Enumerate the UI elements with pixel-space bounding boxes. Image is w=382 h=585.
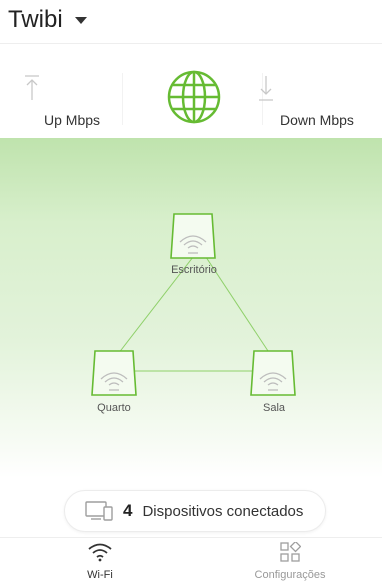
network-selector[interactable]: Twibi [8,6,87,34]
bottom-nav: Wi-Fi Configurações [0,537,382,585]
download-arrow-icon [259,76,273,101]
tab-settings[interactable]: Configurações [230,540,350,581]
devices-count: 4 [123,501,133,520]
node-label-sala: Sala [262,402,286,414]
node-label-escritorio: Escritório [171,264,217,276]
router-node-escritorio[interactable] [168,212,218,260]
tab-wifi[interactable]: Wi-Fi [40,542,160,581]
caret-down-icon [74,16,87,24]
globe-icon[interactable] [166,69,222,125]
up-speed-label: Up Mbps [44,112,101,128]
settings-grid-icon [280,540,302,562]
node-label-quarto: Quarto [97,402,131,414]
mesh-links [117,247,271,372]
devices-icon [85,501,113,521]
upload-arrow-icon [25,75,39,100]
speed-panel: Up Mbps Down Mbps [0,45,382,137]
divider [122,73,123,125]
down-speed-label: Down Mbps [280,112,354,128]
wifi-icon [88,543,112,562]
connected-devices-button[interactable]: 4 Dispositivos conectados [64,490,326,532]
router-node-sala[interactable] [248,349,298,397]
network-topology-area: Escritório Quarto Sala [0,138,382,478]
tab-wifi-label: Wi-Fi [87,569,113,581]
tab-settings-label: Configurações [254,569,326,581]
network-title: Twibi [8,6,63,33]
devices-label: Dispositivos conectados [142,502,304,520]
app-header: Twibi [0,0,382,44]
router-node-quarto[interactable] [89,349,139,397]
